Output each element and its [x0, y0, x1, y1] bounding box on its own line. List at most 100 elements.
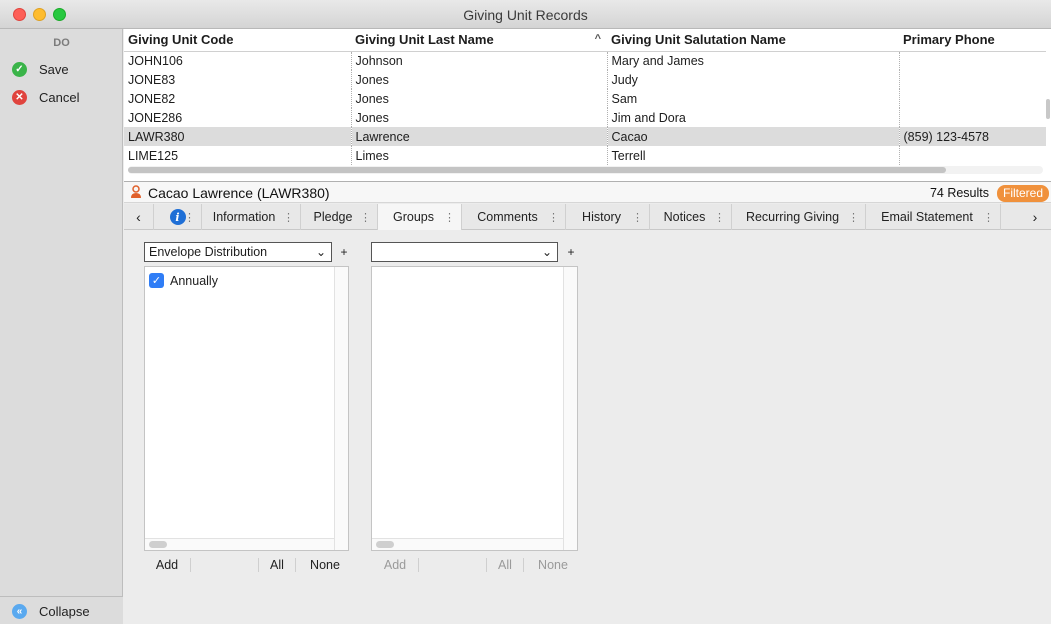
tab-scroll-left-button[interactable]: ‹: [124, 204, 154, 230]
record-title: Cacao Lawrence (LAWR380): [148, 185, 330, 201]
cell-phone: [899, 89, 1046, 108]
sort-ascending-icon: ^: [594, 33, 601, 45]
checkmark-icon: ✓: [12, 61, 27, 77]
chevron-right-icon: ›: [1032, 209, 1038, 225]
person-icon: [131, 185, 141, 198]
add-secondary-button[interactable]: +: [564, 243, 578, 261]
list-horizontal-scrollbar[interactable]: [145, 538, 334, 550]
column-header-code[interactable]: Giving Unit Code: [124, 29, 351, 52]
select-all-button-disabled[interactable]: All: [494, 556, 516, 574]
scrollbar-thumb[interactable]: [376, 541, 394, 548]
add-group-button[interactable]: Add: [152, 556, 182, 574]
tab-groups[interactable]: Groups ⋮: [378, 204, 462, 230]
collapse-label: Collapse: [39, 603, 90, 619]
cell-code: JONE83: [124, 70, 352, 89]
table-row[interactable]: JONE83 Jones Judy: [124, 70, 1046, 89]
divider: [523, 558, 524, 572]
cell-salutation: Judy: [607, 70, 900, 89]
cell-phone: [899, 146, 1046, 165]
add-group-button-disabled[interactable]: Add: [380, 556, 410, 574]
tab-recurring-giving[interactable]: Recurring Giving ⋮: [732, 204, 866, 230]
cancel-button[interactable]: ✕ Cancel: [12, 88, 79, 106]
cancel-label: Cancel: [39, 89, 80, 105]
table-vertical-scrollbar[interactable]: [1046, 99, 1050, 119]
filtered-badge[interactable]: Filtered: [996, 185, 1049, 202]
list-horizontal-scrollbar[interactable]: [372, 538, 563, 550]
tab-information[interactable]: Information ⋮: [202, 204, 301, 230]
tab-info[interactable]: i ⋮: [154, 204, 202, 230]
scrollbar-thumb[interactable]: [149, 541, 167, 548]
sidebar-header: DO: [53, 37, 70, 49]
cell-phone: (859) 123-4578: [899, 127, 1046, 146]
cell-code: LAWR380: [124, 127, 352, 146]
list-vertical-scrollbar[interactable]: [334, 267, 348, 550]
cell-code: JOHN106: [124, 51, 352, 70]
list-item[interactable]: ✓ Annually: [149, 273, 218, 288]
add-category-button[interactable]: +: [337, 243, 351, 261]
tab-menu-icon[interactable]: ⋮: [632, 211, 643, 224]
cell-salutation: Terrell: [607, 146, 900, 165]
record-header: Cacao Lawrence (LAWR380) 74 Results Filt…: [124, 181, 1051, 203]
cell-code: LIME125: [124, 146, 352, 165]
divider: [295, 558, 296, 572]
select-all-button[interactable]: All: [266, 556, 288, 574]
cell-phone: [899, 108, 1046, 127]
cell-last-name: Jones: [351, 70, 608, 89]
action-sidebar: DO ✓ Save ✕ Cancel « Collapse: [0, 29, 123, 624]
tab-scroll-right-button[interactable]: ›: [1001, 204, 1051, 230]
tab-menu-icon[interactable]: ⋮: [360, 211, 371, 224]
column-header-phone[interactable]: Primary Phone: [899, 29, 1046, 52]
tab-bar: ‹ i ⋮ Information ⋮ Pledge ⋮ Groups ⋮ Commen…: [124, 204, 1051, 230]
table-row[interactable]: JONE286 Jones Jim and Dora: [124, 108, 1046, 127]
group-category-select[interactable]: Envelope Distribution ⌄: [144, 242, 332, 262]
scrollbar-thumb[interactable]: [128, 167, 946, 173]
column-header-last-name[interactable]: Giving Unit Last Name ^: [351, 29, 607, 52]
tab-menu-icon[interactable]: ⋮: [848, 211, 859, 224]
results-count: 74 Results: [929, 186, 989, 200]
tab-notices[interactable]: Notices ⋮: [650, 204, 732, 230]
double-chevron-left-icon: «: [12, 603, 27, 619]
tab-menu-icon[interactable]: ⋮: [444, 211, 455, 224]
table-horizontal-scrollbar[interactable]: [128, 166, 1043, 174]
tab-comments[interactable]: Comments ⋮: [462, 204, 566, 230]
collapse-button[interactable]: « Collapse: [12, 602, 90, 620]
checkbox-checked-icon[interactable]: ✓: [149, 273, 164, 288]
window-title: Giving Unit Records: [463, 7, 588, 23]
list-vertical-scrollbar[interactable]: [563, 267, 577, 550]
tab-menu-icon[interactable]: ⋮: [184, 211, 195, 224]
tab-menu-icon[interactable]: ⋮: [548, 211, 559, 224]
close-icon: ✕: [12, 89, 27, 105]
secondary-group-select[interactable]: ⌄: [371, 242, 558, 262]
select-none-button[interactable]: None: [305, 556, 345, 574]
table-row[interactable]: JOHN106 Johnson Mary and James: [124, 51, 1046, 70]
tab-menu-icon[interactable]: ⋮: [983, 211, 994, 224]
app-window: Giving Unit Records DO ✓ Save ✕ Cancel «…: [0, 0, 1051, 624]
divider: [418, 558, 419, 572]
tab-menu-icon[interactable]: ⋮: [283, 211, 294, 224]
save-button[interactable]: ✓ Save: [12, 60, 69, 78]
chevron-down-icon: ⌄: [541, 245, 552, 259]
cell-code: JONE82: [124, 89, 352, 108]
tab-email-statement[interactable]: Email Statement ⋮: [866, 204, 1001, 230]
table-row[interactable]: LIME125 Limes Terrell: [124, 146, 1046, 165]
chevron-left-icon: ‹: [136, 209, 141, 225]
divider: [258, 558, 259, 572]
cell-last-name: Lawrence: [351, 127, 608, 146]
cell-last-name: Jones: [351, 108, 608, 127]
tab-menu-icon[interactable]: ⋮: [714, 211, 725, 224]
cell-phone: [899, 70, 1046, 89]
group-values-list: ✓ Annually: [144, 266, 349, 551]
sidebar-footer: « Collapse: [0, 596, 123, 624]
cell-phone: [899, 51, 1046, 70]
cell-salutation: Jim and Dora: [607, 108, 900, 127]
column-header-salutation[interactable]: Giving Unit Salutation Name: [607, 29, 899, 52]
select-none-button-disabled[interactable]: None: [532, 556, 574, 574]
table-row-selected[interactable]: LAWR380 Lawrence Cacao (859) 123-4578: [124, 127, 1046, 146]
divider: [190, 558, 191, 572]
tab-history[interactable]: History ⋮: [566, 204, 650, 230]
tab-pledge[interactable]: Pledge ⋮: [301, 204, 378, 230]
records-table-panel: Giving Unit Code Giving Unit Last Name ^ …: [124, 29, 1051, 181]
table-row[interactable]: JONE82 Jones Sam: [124, 89, 1046, 108]
cell-last-name: Johnson: [351, 51, 608, 70]
chevron-down-icon: ⌄: [315, 245, 326, 259]
